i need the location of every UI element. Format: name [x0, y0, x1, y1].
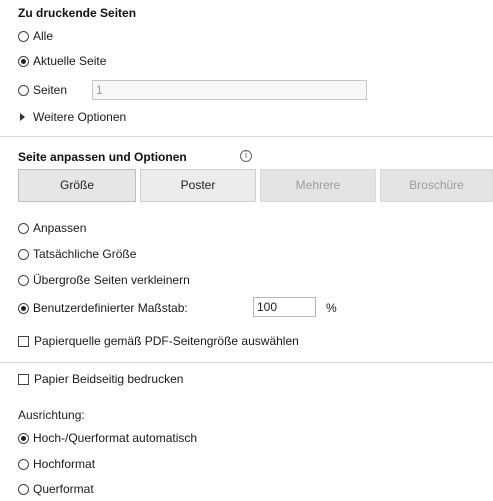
radio-indicator[interactable]: [18, 483, 29, 495]
radio-custom-scale[interactable]: Benutzerdefinierter Maßstab:: [18, 299, 188, 317]
radio-page-range[interactable]: Seiten: [18, 81, 67, 99]
size-mode-button[interactable]: Größe: [18, 169, 136, 202]
radio-portrait-label: Hochformat: [33, 457, 96, 471]
radio-fit-label: Anpassen: [33, 221, 87, 235]
radio-current-page-label: Aktuelle Seite: [33, 54, 107, 68]
radio-indicator[interactable]: [18, 248, 29, 260]
radio-indicator[interactable]: [18, 84, 29, 96]
booklet-mode-button[interactable]: Broschüre: [380, 169, 493, 202]
paper-source-label: Papierquelle gemäß PDF-Seitengröße auswä…: [34, 334, 299, 348]
multiple-mode-button[interactable]: Mehrere: [260, 169, 376, 202]
radio-indicator[interactable]: [18, 302, 29, 314]
radio-shrink-oversized[interactable]: Übergroße Seiten verkleinern: [18, 271, 190, 289]
radio-landscape-label: Querformat: [33, 482, 94, 496]
expand-triangle-icon: [20, 113, 25, 121]
paper-source-option[interactable]: Papierquelle gemäß PDF-Seitengröße auswä…: [18, 332, 299, 350]
checkbox-indicator[interactable]: [18, 373, 29, 385]
radio-auto-orientation[interactable]: Hoch-/Querformat automatisch: [18, 429, 197, 447]
duplex-option[interactable]: Papier Beidseitig bedrucken: [18, 370, 183, 388]
radio-fit[interactable]: Anpassen: [18, 219, 86, 237]
custom-scale-input[interactable]: 100: [253, 297, 316, 317]
radio-all-pages[interactable]: Alle: [18, 27, 53, 45]
checkbox-indicator[interactable]: [18, 335, 29, 347]
radio-auto-orientation-label: Hoch-/Querformat automatisch: [33, 431, 198, 445]
radio-landscape[interactable]: Querformat: [18, 480, 94, 498]
radio-indicator[interactable]: [18, 55, 29, 67]
radio-custom-scale-label: Benutzerdefinierter Maßstab:: [33, 301, 188, 315]
radio-indicator[interactable]: [18, 30, 29, 42]
orientation-heading: Ausrichtung:: [18, 408, 85, 422]
radio-indicator[interactable]: [18, 432, 29, 444]
poster-mode-button[interactable]: Poster: [140, 169, 256, 202]
radio-indicator[interactable]: [18, 458, 29, 470]
radio-shrink-oversized-label: Übergroße Seiten verkleinern: [33, 273, 190, 287]
radio-page-range-label: Seiten: [33, 83, 68, 97]
page-sizing-heading: Seite anpassen und Optionen: [18, 150, 187, 164]
more-options-label: Weitere Optionen: [33, 110, 127, 124]
duplex-label: Papier Beidseitig bedrucken: [34, 372, 184, 386]
radio-portrait[interactable]: Hochformat: [18, 455, 95, 473]
radio-actual-size[interactable]: Tatsächliche Größe: [18, 245, 136, 263]
percent-sign: %: [326, 301, 337, 315]
pages-to-print-heading: Zu druckende Seiten: [18, 6, 137, 20]
print-settings-panel: Zu druckende Seiten Alle Aktuelle Seite …: [0, 0, 493, 501]
page-range-input[interactable]: 1: [92, 80, 367, 100]
radio-all-pages-label: Alle: [33, 29, 54, 43]
info-icon[interactable]: i: [240, 150, 252, 162]
radio-indicator[interactable]: [18, 222, 29, 234]
radio-current-page[interactable]: Aktuelle Seite: [18, 52, 106, 70]
more-options-toggle[interactable]: Weitere Optionen: [18, 108, 126, 126]
radio-actual-size-label: Tatsächliche Größe: [33, 247, 137, 261]
radio-indicator[interactable]: [18, 274, 29, 286]
